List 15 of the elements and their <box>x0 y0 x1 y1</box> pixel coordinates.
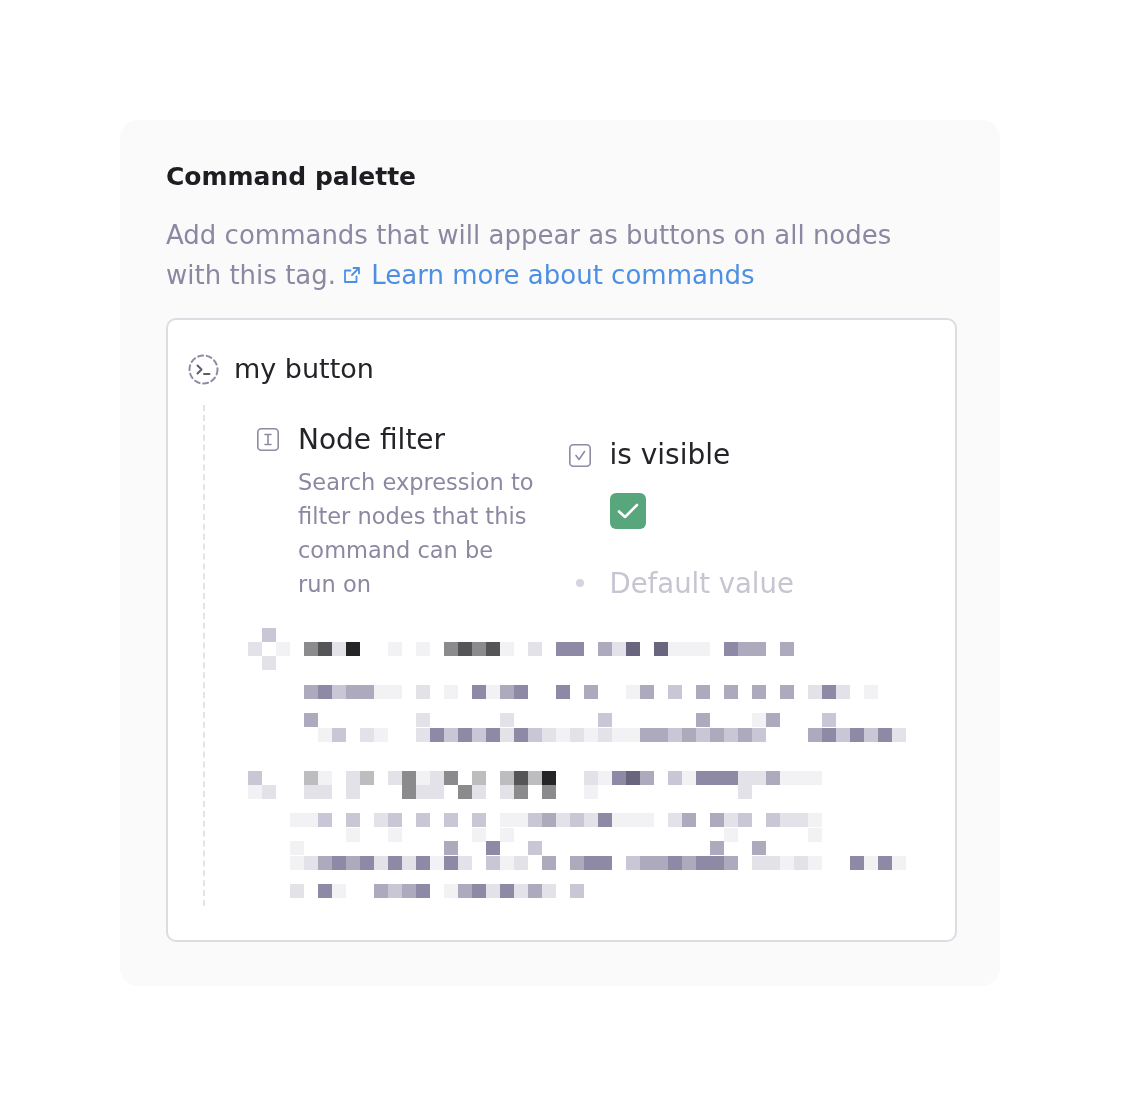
learn-more-link[interactable]: Learn more about commands <box>344 260 755 290</box>
external-link-icon <box>344 267 361 283</box>
section-title: Command palette <box>166 161 418 193</box>
checkmark-icon <box>616 503 639 519</box>
text-cursor-icon <box>257 428 279 451</box>
bullet-icon <box>575 579 584 587</box>
checkbox[interactable] <box>609 493 646 529</box>
field-label: is visible <box>609 437 731 473</box>
command-name: my button <box>234 352 374 386</box>
checkbox-icon <box>568 443 591 467</box>
section-description: Add commands that will appear as buttons on all nodes with this tag. Learn more about commands <box>166 219 893 292</box>
default-value-field[interactable]: Default value <box>609 565 850 601</box>
terminal-prompt-icon <box>188 353 219 385</box>
field-label: Node filter <box>298 422 447 458</box>
field-description: Search expression to filter nodes that this command can be run on <box>298 468 535 599</box>
